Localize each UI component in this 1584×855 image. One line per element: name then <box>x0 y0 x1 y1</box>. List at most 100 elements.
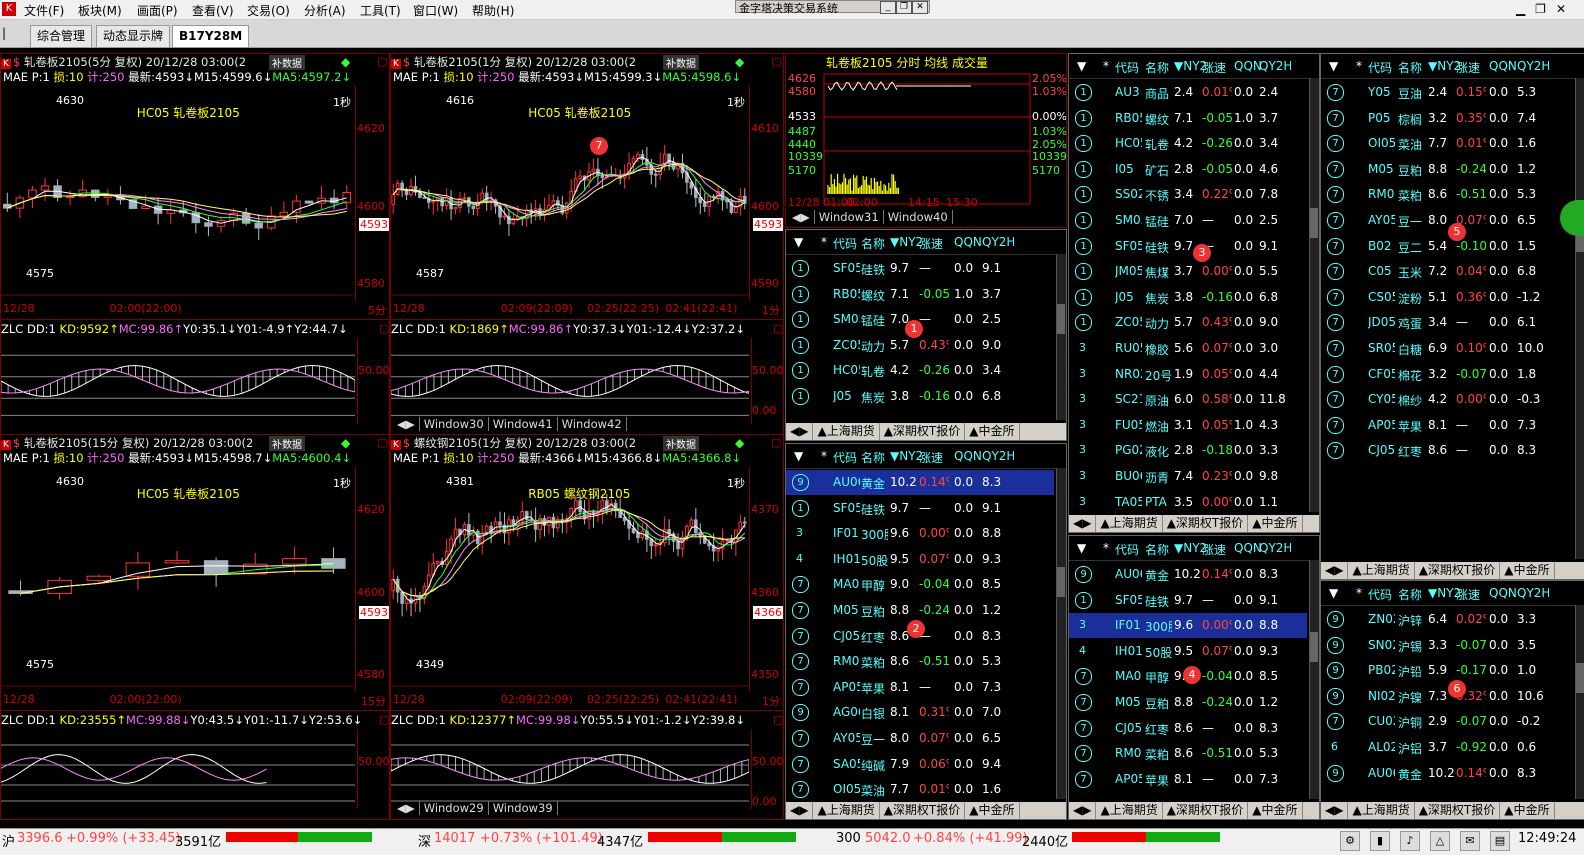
menu-help[interactable]: 帮助(H) <box>472 2 514 19</box>
column-header[interactable]: 涨速 <box>1202 59 1234 76</box>
quote-row[interactable]: 7RM05菜粕8.6-0.510.05.3 <box>786 649 1054 674</box>
fill-data-button[interactable]: 补数据 <box>269 55 305 70</box>
footer-tab[interactable]: ▲上海期货 <box>1096 802 1163 819</box>
star-icon[interactable]: * <box>1103 541 1109 555</box>
quote-row[interactable]: 7 CJ05 红枣 8.6 — 0.0 8.3 <box>1069 716 1307 741</box>
column-header[interactable]: 名称 <box>1398 59 1426 76</box>
quote-row[interactable]: 9 AU06黄金 10.20.14% 0.0 8.3 <box>786 470 1054 495</box>
tab-scroll-arrow[interactable]: | <box>2 26 6 40</box>
quote-row[interactable]: 7RM05菜粕8.6-0.510.05.3 <box>1321 182 1573 207</box>
quote-row[interactable]: 7 SR05白糖 6.9 0.10%0.0 10.0 <box>1321 336 1573 361</box>
quote-row[interactable]: 1SF05硅铁9.7—0.09.1 <box>1069 234 1307 259</box>
panel-close-icon[interactable]: ▢ <box>379 713 389 726</box>
column-header[interactable]: 代码 <box>1115 59 1143 76</box>
sort-down-icon[interactable]: ▼ <box>1077 541 1086 555</box>
sort-down-icon[interactable]: ▼ <box>1077 59 1086 73</box>
quote-row[interactable]: 9 AG06白银 8.1 0.31% 0.0 7.0 <box>786 700 1054 725</box>
quote-row[interactable]: 1RB05螺纹7.1-0.051.03.7 <box>786 282 1054 307</box>
panel-close-icon[interactable]: ▢ <box>773 713 783 726</box>
quote-row[interactable]: 9 ZN02沪锌 6.4 0.02%0.0 3.3 <box>1321 607 1573 632</box>
tab-overview[interactable]: 综合管理 <box>30 25 93 47</box>
footer-nav-arrows[interactable]: ◀▶ <box>786 423 814 440</box>
star-icon[interactable]: * <box>1103 59 1109 73</box>
quote-row[interactable]: 7 MA05甲醇 9.0 -0.04 0.0 8.5 <box>786 572 1054 597</box>
tray-network-icon[interactable]: ⚙ <box>1340 831 1360 851</box>
quote-row[interactable]: 3 IF01 300股9.6 0.00%0.0 8.8 <box>1069 613 1307 639</box>
column-header[interactable]: 涨速 <box>1456 586 1488 603</box>
quote-row[interactable]: 1 SM05锰硅 7.0 — 0.0 2.5 <box>1069 208 1307 233</box>
quote-table-1[interactable]: ▼ * 代码 名称 ▼NY2 涨速 QQN QY2H 1 SF05 硅铁 9.7—0.0 9.1 1 RB0… <box>785 229 1067 441</box>
fill-data-button[interactable]: 补数据 <box>269 436 305 451</box>
quote-row[interactable]: 3 FU05燃油 3.1 0.05%1.0 4.3 <box>1069 413 1307 438</box>
quote-row[interactable]: 9NI02沪镍7.30.32%0.010.6 <box>1321 684 1573 709</box>
quote-row[interactable]: 7 M05 豆粕 8.8 -0.24 0.0 1.2 <box>786 598 1054 623</box>
quote-row[interactable]: 7 SA05纯碱 7.9 0.06% 0.0 9.4 <box>786 752 1054 777</box>
quote-table-6[interactable]: ▼*代码名称▼NY2涨速QQNQY2H9ZN02沪锌6.40.02%0.03.3… <box>1320 580 1584 820</box>
window-tabs-tick[interactable]: ◀▶ Window31 Window40 <box>788 210 953 224</box>
panel-close-icon[interactable]: ▢ <box>379 322 389 335</box>
star-icon[interactable]: * <box>1356 59 1362 73</box>
column-header[interactable]: ▼NY2 <box>890 449 922 463</box>
quote-row[interactable]: 1 JM05焦煤 3.7 0.00%0.0 5.5 <box>1069 259 1307 284</box>
column-header[interactable]: QY2H <box>982 449 1014 463</box>
quote-row[interactable]: 7 AY05豆一 8.0 0.07% 0.0 6.5 <box>786 726 1054 751</box>
star-icon[interactable]: * <box>821 449 827 463</box>
panel-close-icon[interactable]: ▢ <box>377 55 387 68</box>
quote-row[interactable]: 4IH0150股9.50.07%0.09.3 <box>786 547 1054 572</box>
quote-table-2[interactable]: ▼*代码名称▼NY2涨速QQNQY2H9AU06黄金10.20.14%0.08.… <box>785 443 1067 820</box>
app-window-controls[interactable]: ▁❐✕ <box>1516 2 1576 16</box>
quote-row[interactable]: 9 SN02沪锡 3.3 -0.070.0 3.5 <box>1321 633 1573 658</box>
column-header[interactable]: 名称 <box>1145 59 1173 76</box>
quote-row[interactable]: 1HC05轧卷4.2-0.260.03.4 <box>1069 131 1307 156</box>
kline-chart-hc-1min[interactable]: K $ 轧卷板2105(1分 复权) 20/12/28 03:00(2 补数据 ◆ ▢ M… <box>390 53 784 320</box>
menu-analysis[interactable]: 分析(A) <box>304 2 346 19</box>
quote-row[interactable]: 7 B02 豆二 5.4 -0.10 0.0 1.5 <box>1321 234 1573 259</box>
quote-row[interactable]: 1SF05硅铁9.7—0.09.1 <box>786 256 1054 281</box>
column-header[interactable]: 名称 <box>861 235 889 252</box>
footer-tab[interactable]: ▲深期权T报价 <box>880 802 966 819</box>
vertical-scrollbar[interactable] <box>1056 468 1066 799</box>
column-header[interactable]: 名称 <box>861 449 889 466</box>
tray-sound-icon[interactable]: ♪ <box>1400 831 1420 851</box>
window-tabs-mid-top[interactable]: ◀▶ Window30 Window41 Window42 <box>393 417 627 431</box>
footer-tab[interactable]: ▲深期权T报价 <box>1163 802 1249 819</box>
footer-tab[interactable]: ▲中金所 <box>1500 562 1555 579</box>
quote-row[interactable]: 9 PB02沪铅 5.9 -0.170.0 1.0 <box>1321 658 1573 683</box>
quote-row[interactable]: 1RB05螺纹7.1-0.051.03.7 <box>1069 106 1307 131</box>
close-icon[interactable]: ✕ <box>912 1 928 14</box>
vertical-scrollbar[interactable] <box>1056 254 1066 420</box>
column-header[interactable]: 名称 <box>1145 541 1173 558</box>
sort-down-icon[interactable]: ▼ <box>1329 59 1338 73</box>
quote-row[interactable]: 7 P05 棕榈 3.2 0.35%0.0 7.4 <box>1321 106 1573 131</box>
k-badge-icon[interactable]: K <box>391 59 401 69</box>
footer-tab[interactable]: ▲上海期货 <box>1348 802 1415 819</box>
sort-down-icon[interactable]: ▼ <box>794 235 803 249</box>
fill-data-button[interactable]: 补数据 <box>663 436 699 451</box>
footer-nav-arrows[interactable]: ◀▶ <box>1321 562 1349 579</box>
footer-tab[interactable]: ▲上海期货 <box>1348 562 1415 579</box>
quote-row[interactable]: 7RM05菜粕8.6-0.510.05.3 <box>1069 741 1307 766</box>
app-icon[interactable]: K <box>2 2 16 16</box>
green-diamond-icon[interactable]: ◆ <box>341 436 350 450</box>
tab-dynamic-board[interactable]: 动态显示牌 <box>96 25 171 47</box>
quote-row[interactable]: 1 SS02不锈 3.4 0.22%0.0 7.8 <box>1069 182 1307 207</box>
sort-down-icon[interactable]: ▼ <box>794 449 803 463</box>
column-header[interactable]: QY2H <box>1259 541 1291 555</box>
footer-nav-arrows[interactable]: ◀▶ <box>1069 802 1097 819</box>
quote-row[interactable]: 7 AP05苹果 8.1 — 0.0 7.3 <box>1321 413 1573 438</box>
fill-data-button[interactable]: 补数据 <box>663 55 699 70</box>
quote-row[interactable]: 1HC05轧卷4.2-0.260.03.4 <box>786 358 1054 383</box>
tray-db-icon[interactable]: ▮ <box>1370 831 1390 851</box>
quote-row[interactable]: 7 AP05苹果 8.1 — 0.0 7.3 <box>1069 767 1307 792</box>
footer-nav-arrows[interactable]: ◀▶ <box>1321 802 1349 819</box>
tray-alert-icon[interactable]: △ <box>1430 831 1450 851</box>
quote-row[interactable]: 7 OI05菜油 7.7 0.01%0.0 1.6 <box>1321 131 1573 156</box>
column-header[interactable]: QY2H <box>982 235 1014 249</box>
window-tab[interactable]: Window29 <box>420 801 489 815</box>
quote-row[interactable]: 3 PG02液化 2.8 -0.180.0 3.3 <box>1069 438 1307 463</box>
footer-tab[interactable]: ▲中金所 <box>965 423 1020 440</box>
quote-row[interactable]: 4IH0150股9.50.07%0.09.3 <box>1069 639 1307 664</box>
tray-message-icon[interactable]: ✉ <box>1460 831 1480 851</box>
window-tabs-mid-bottom[interactable]: ◀▶ Window29 Window39 <box>393 801 558 815</box>
footer-tab[interactable]: ▲中金所 <box>1500 802 1555 819</box>
